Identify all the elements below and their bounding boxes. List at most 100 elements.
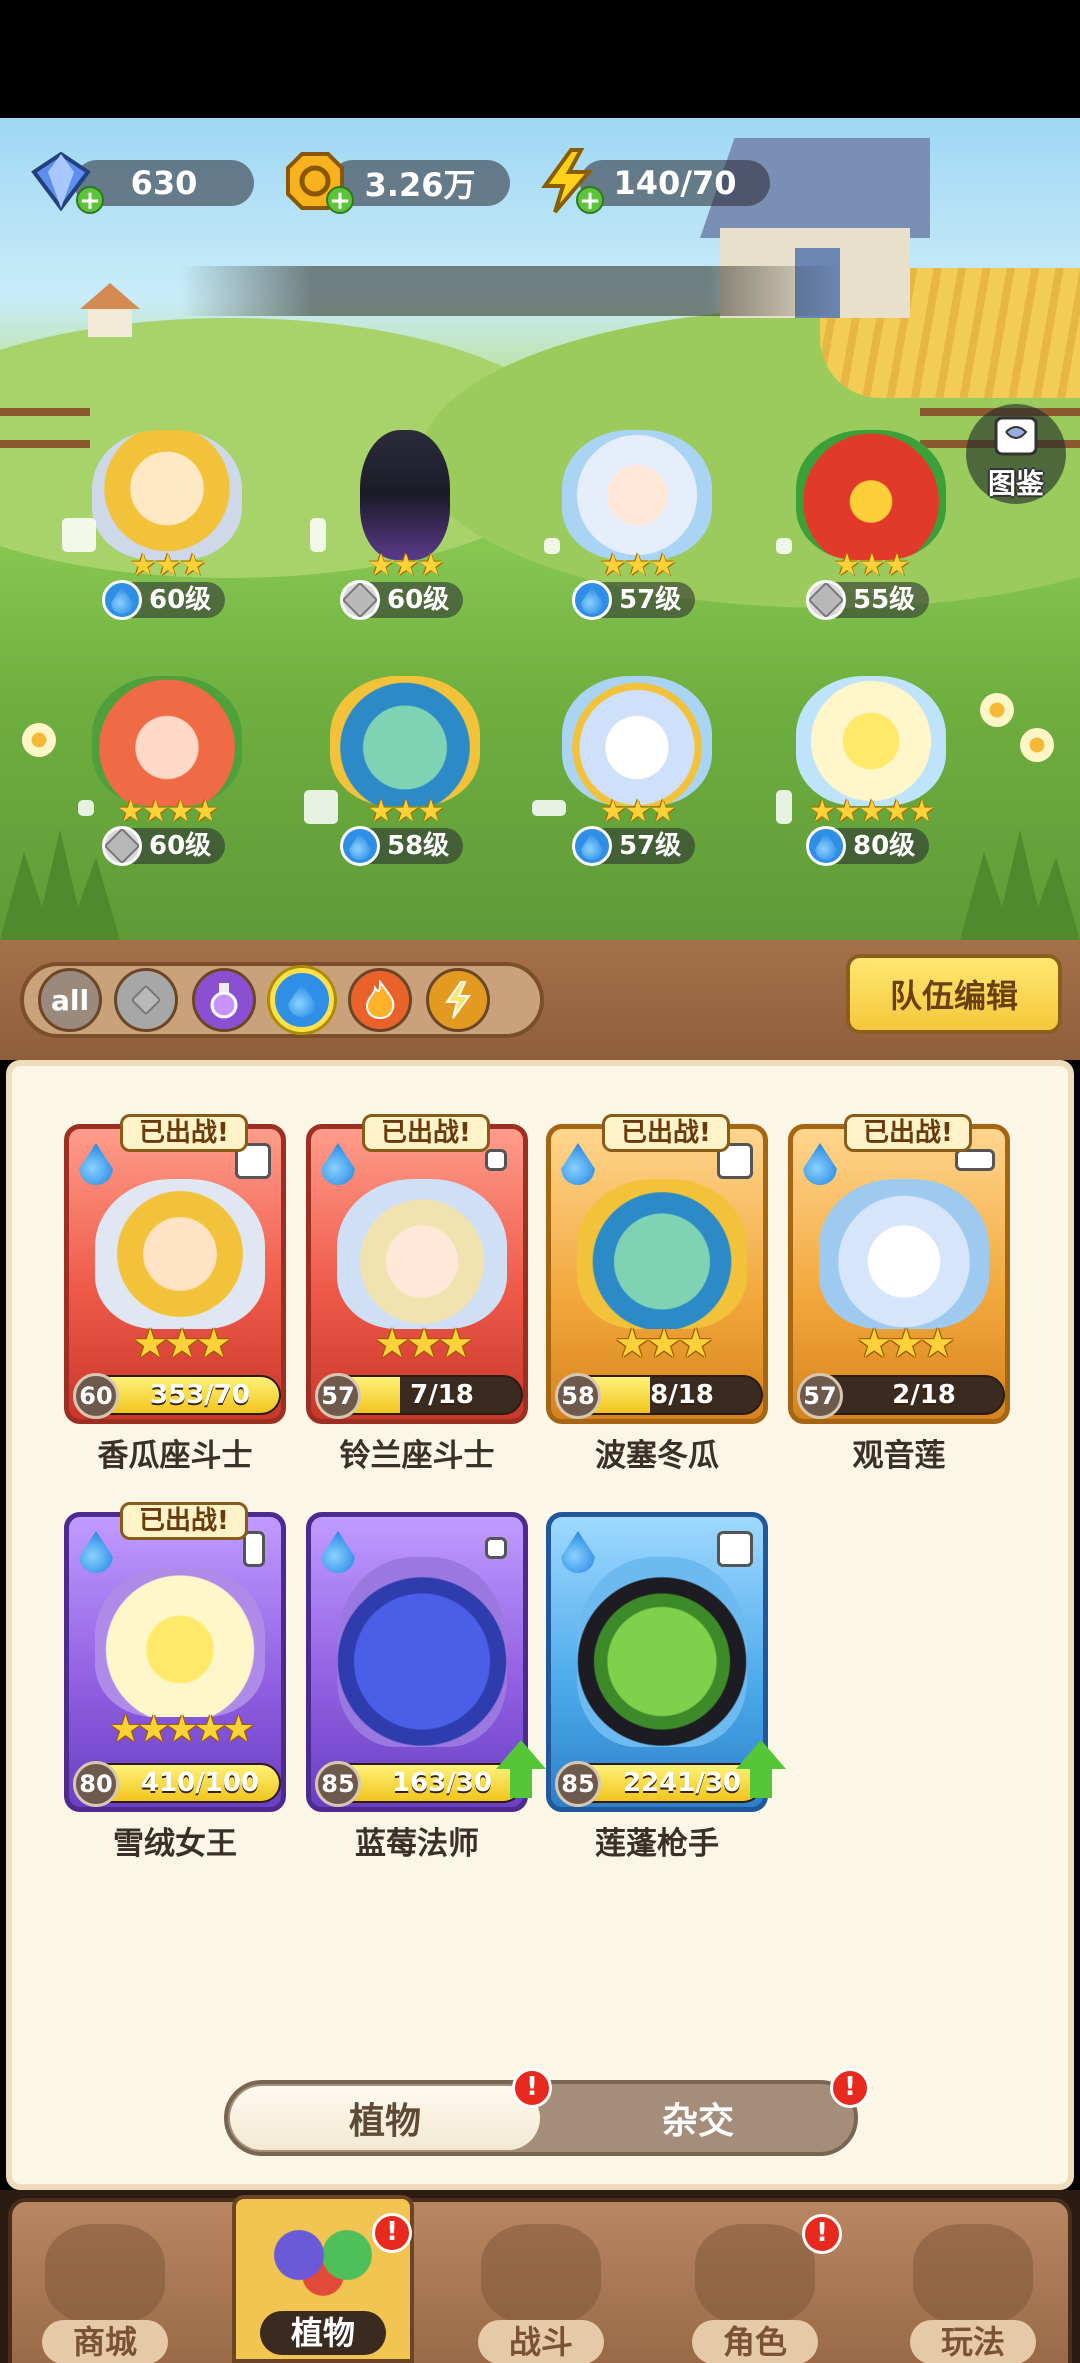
character-portrait (92, 676, 242, 806)
water-drop-icon (79, 1531, 113, 1573)
deployed-tag: 已出战! (362, 1114, 490, 1152)
star-rating: ★★★★ (117, 794, 219, 829)
character-icon (695, 2224, 815, 2324)
filter-lightning[interactable] (426, 968, 490, 1032)
plant-card[interactable]: ★★★ 353/70 60 已出战! 香瓜座斗士 (64, 1114, 286, 1474)
card-frame: ★★★ 8/18 58 (546, 1124, 768, 1424)
tab-hybrid[interactable]: 杂交 (548, 2086, 848, 2150)
lightning-icon (445, 981, 471, 1019)
team-slot-8[interactable]: ★★★★★ 80级 (766, 676, 966, 866)
nav-gameplay[interactable]: 玩法 (888, 2214, 1058, 2363)
plant-card[interactable]: ★★★ 7/18 57 已出战! 铃兰座斗士 (306, 1114, 528, 1474)
codex-button[interactable]: 图鉴 (966, 404, 1066, 504)
plant-card[interactable]: 2241/30 85 莲蓬枪手 (546, 1512, 786, 1862)
water-drop-icon (79, 1143, 113, 1185)
star-rating: ★★★ (833, 548, 911, 583)
alert-badge: ! (372, 2213, 412, 2253)
add-coins-button[interactable]: + (326, 186, 354, 214)
character-portrait (92, 430, 242, 560)
nav-character[interactable]: 角色 ! (670, 2214, 842, 2363)
character-portrait (330, 676, 480, 806)
fire-icon (365, 980, 395, 1020)
game-screen: 630 + 3.26万 + 140/70 + 图鉴 ★★★ 60级 ★★★ 60… (0, 0, 1080, 2363)
sword-icon (806, 580, 846, 620)
filter-potion[interactable] (192, 968, 256, 1032)
plant-name: 蓝莓法师 (355, 1826, 479, 1862)
team-slot-5[interactable]: ★★★★ 60级 (62, 676, 262, 866)
character-portrait (562, 676, 712, 806)
plant-card[interactable]: ★★★★★ 410/100 80 已出战! 雪绒女王 (64, 1502, 286, 1862)
plant-name: 莲蓬枪手 (595, 1826, 719, 1862)
star-rating: ★★★ (367, 548, 445, 583)
star-rating: ★★★ (129, 548, 207, 583)
shard-count: 163/30 (392, 1768, 492, 1798)
star-rating: ★★★ (599, 794, 677, 829)
team-slot-4[interactable]: ★★★ 55级 (766, 430, 966, 620)
team-edit-button[interactable]: 队伍编辑 (846, 954, 1062, 1034)
plant-card[interactable]: ★★★ 8/18 58 已出战! 波塞冬瓜 (546, 1114, 768, 1474)
sword-icon (130, 984, 162, 1016)
tab-plants[interactable]: 植物 (230, 2086, 540, 2150)
water-drop-icon (803, 1143, 837, 1185)
character-portrait (577, 1557, 747, 1747)
star-rating: ★★★ (614, 1321, 714, 1367)
formation-icon (485, 1537, 507, 1559)
nav-plants[interactable]: 植物 ! (232, 2195, 414, 2363)
coin-counter[interactable]: 3.26万 (330, 160, 510, 206)
formation-icon (955, 1149, 995, 1171)
team-slot-6[interactable]: ★★★ 58级 (300, 676, 500, 866)
level-badge: 58 (555, 1373, 601, 1419)
water-drop-icon (340, 826, 380, 866)
level-badge: 85 (315, 1761, 361, 1807)
water-drop-icon (572, 580, 612, 620)
gem-count: 630 (130, 164, 198, 202)
plant-name: 观音莲 (852, 1438, 946, 1474)
formation-icon (532, 800, 566, 816)
character-portrait (95, 1567, 265, 1717)
formation-icon (310, 518, 326, 552)
add-energy-button[interactable]: + (576, 186, 604, 214)
filter-sword[interactable] (114, 968, 178, 1032)
plant-name: 雪绒女王 (113, 1826, 237, 1862)
nav-battle[interactable]: 战斗 (456, 2214, 626, 2363)
shard-count: 7/18 (410, 1380, 474, 1410)
water-drop-icon (561, 1531, 595, 1573)
water-drop-icon (806, 826, 846, 866)
character-portrait (562, 430, 712, 560)
gameplay-icon (913, 2224, 1033, 2324)
card-frame: ★★★★★ 410/100 80 (64, 1512, 286, 1812)
star-rating: ★★★★★ (808, 794, 935, 829)
team-slot-1[interactable]: ★★★ 60级 (62, 430, 262, 620)
plant-card[interactable]: ★★★ 2/18 57 已出战! 观音莲 (788, 1114, 1010, 1474)
plants-icon (263, 2205, 383, 2305)
formation-icon (243, 1531, 265, 1567)
filter-fire[interactable] (348, 968, 412, 1032)
formation-icon (62, 518, 96, 552)
level-badge: 60 (73, 1373, 119, 1419)
plant-name: 香瓜座斗士 (97, 1438, 253, 1474)
water-drop-icon (572, 826, 612, 866)
character-portrait (337, 1557, 507, 1747)
formation-icon (485, 1149, 507, 1171)
water-drop-icon (288, 983, 316, 1017)
nav-label: 商城 (42, 2320, 168, 2363)
star-rating: ★★★ (599, 548, 677, 583)
team-slot-7[interactable]: ★★★ 57级 (532, 676, 732, 866)
deployed-tag: 已出战! (602, 1114, 730, 1152)
filter-all[interactable]: all (38, 968, 102, 1032)
flower-icon (980, 693, 1014, 727)
star-rating: ★★★ (374, 1321, 474, 1367)
shard-count: 2241/30 (622, 1768, 742, 1798)
windmill-icon (481, 2224, 601, 2324)
energy-counter[interactable]: 140/70 (580, 160, 770, 206)
plant-card[interactable]: 163/30 85 蓝莓法师 (306, 1512, 546, 1862)
team-slot-3[interactable]: ★★★ 57级 (532, 430, 732, 620)
team-slot-2[interactable]: ★★★ 60级 (300, 430, 500, 620)
add-gems-button[interactable]: + (76, 186, 104, 214)
shard-count: 410/100 (140, 1768, 260, 1798)
shop-icon (45, 2224, 165, 2324)
nav-shop[interactable]: 商城 (20, 2214, 190, 2363)
plant-name: 波塞冬瓜 (595, 1438, 719, 1474)
filter-water[interactable] (270, 968, 334, 1032)
flower-icon (22, 723, 56, 757)
